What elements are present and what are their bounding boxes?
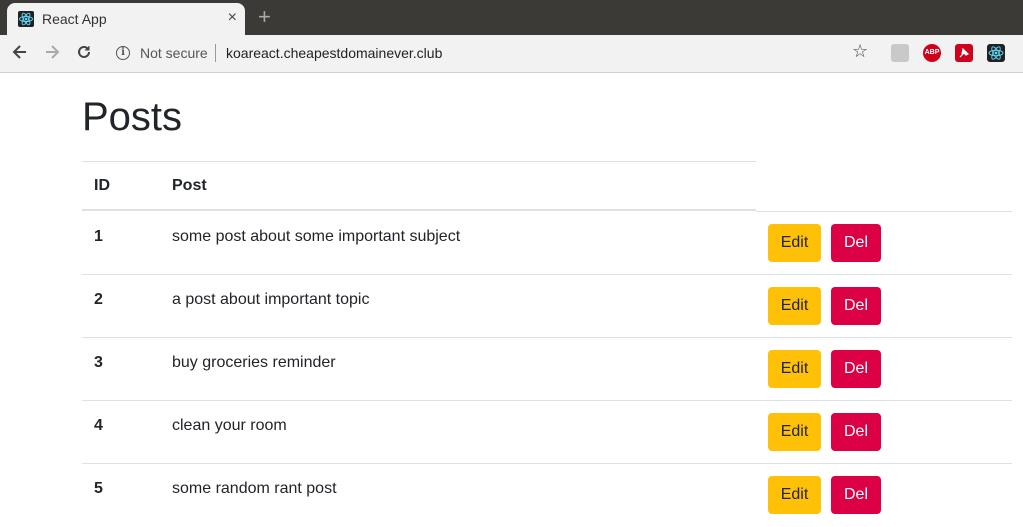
edit-button[interactable]: Edit bbox=[768, 287, 821, 325]
post-text: clean your room bbox=[172, 417, 287, 434]
edit-button[interactable]: Edit bbox=[768, 413, 821, 451]
table-header-border bbox=[82, 209, 756, 211]
delete-button[interactable]: Del bbox=[831, 413, 881, 451]
delete-button[interactable]: Del bbox=[831, 224, 881, 262]
table-row: 2 a post about important topic Edit Del bbox=[82, 275, 1012, 338]
delete-button[interactable]: Del bbox=[831, 287, 881, 325]
close-tab-icon[interactable]: × bbox=[228, 9, 237, 27]
table-row: 5 some random rant post Edit Del bbox=[82, 464, 1012, 527]
omnibox-divider bbox=[215, 44, 216, 62]
post-id: 5 bbox=[94, 480, 103, 497]
adblock-plus-icon[interactable]: ABP bbox=[923, 44, 941, 62]
post-id: 3 bbox=[94, 354, 103, 371]
react-favicon-icon bbox=[18, 11, 34, 27]
security-label[interactable]: Not secure bbox=[140, 45, 208, 61]
back-arrow-icon[interactable] bbox=[10, 42, 30, 67]
column-header-id: ID bbox=[94, 177, 110, 194]
post-id: 1 bbox=[94, 228, 103, 245]
url-text[interactable]: koareact.cheapestdomainever.club bbox=[226, 45, 442, 61]
post-text: some random rant post bbox=[172, 480, 337, 497]
reload-icon[interactable] bbox=[74, 42, 94, 67]
user-icon[interactable] bbox=[891, 44, 909, 62]
delete-button[interactable]: Del bbox=[831, 476, 881, 514]
column-header-post: Post bbox=[172, 177, 207, 194]
table-row: 4 clean your room Edit Del bbox=[82, 401, 1012, 464]
edit-button[interactable]: Edit bbox=[768, 350, 821, 388]
page-title: Posts bbox=[82, 95, 183, 139]
tab-title: React App bbox=[42, 11, 107, 27]
delete-button[interactable]: Del bbox=[831, 350, 881, 388]
table-row: 3 buy groceries reminder Edit Del bbox=[82, 338, 1012, 401]
post-text: some post about some important subject bbox=[172, 228, 461, 245]
browser-toolbar: i Not secure koareact.cheapestdomainever… bbox=[0, 35, 1023, 73]
post-text: a post about important topic bbox=[172, 291, 370, 308]
tab-strip: React App × + bbox=[0, 0, 1023, 35]
edit-button[interactable]: Edit bbox=[768, 476, 821, 514]
forward-arrow-icon[interactable] bbox=[42, 42, 62, 67]
post-id: 2 bbox=[94, 291, 103, 308]
tab-react-app[interactable]: React App × bbox=[7, 3, 245, 35]
pin-icon[interactable] bbox=[955, 44, 973, 62]
post-text: buy groceries reminder bbox=[172, 354, 336, 371]
react-devtools-icon[interactable] bbox=[987, 44, 1005, 62]
address-bar[interactable]: i Not secure koareact.cheapestdomainever… bbox=[104, 39, 880, 67]
post-id: 4 bbox=[94, 417, 103, 434]
bookmark-star-icon[interactable]: ☆ bbox=[852, 41, 868, 62]
edit-button[interactable]: Edit bbox=[768, 224, 821, 262]
table-row: 1 some post about some important subject… bbox=[82, 212, 1012, 275]
info-icon[interactable]: i bbox=[116, 46, 130, 60]
table-top-border bbox=[82, 161, 756, 162]
new-tab-icon[interactable]: + bbox=[258, 5, 271, 29]
